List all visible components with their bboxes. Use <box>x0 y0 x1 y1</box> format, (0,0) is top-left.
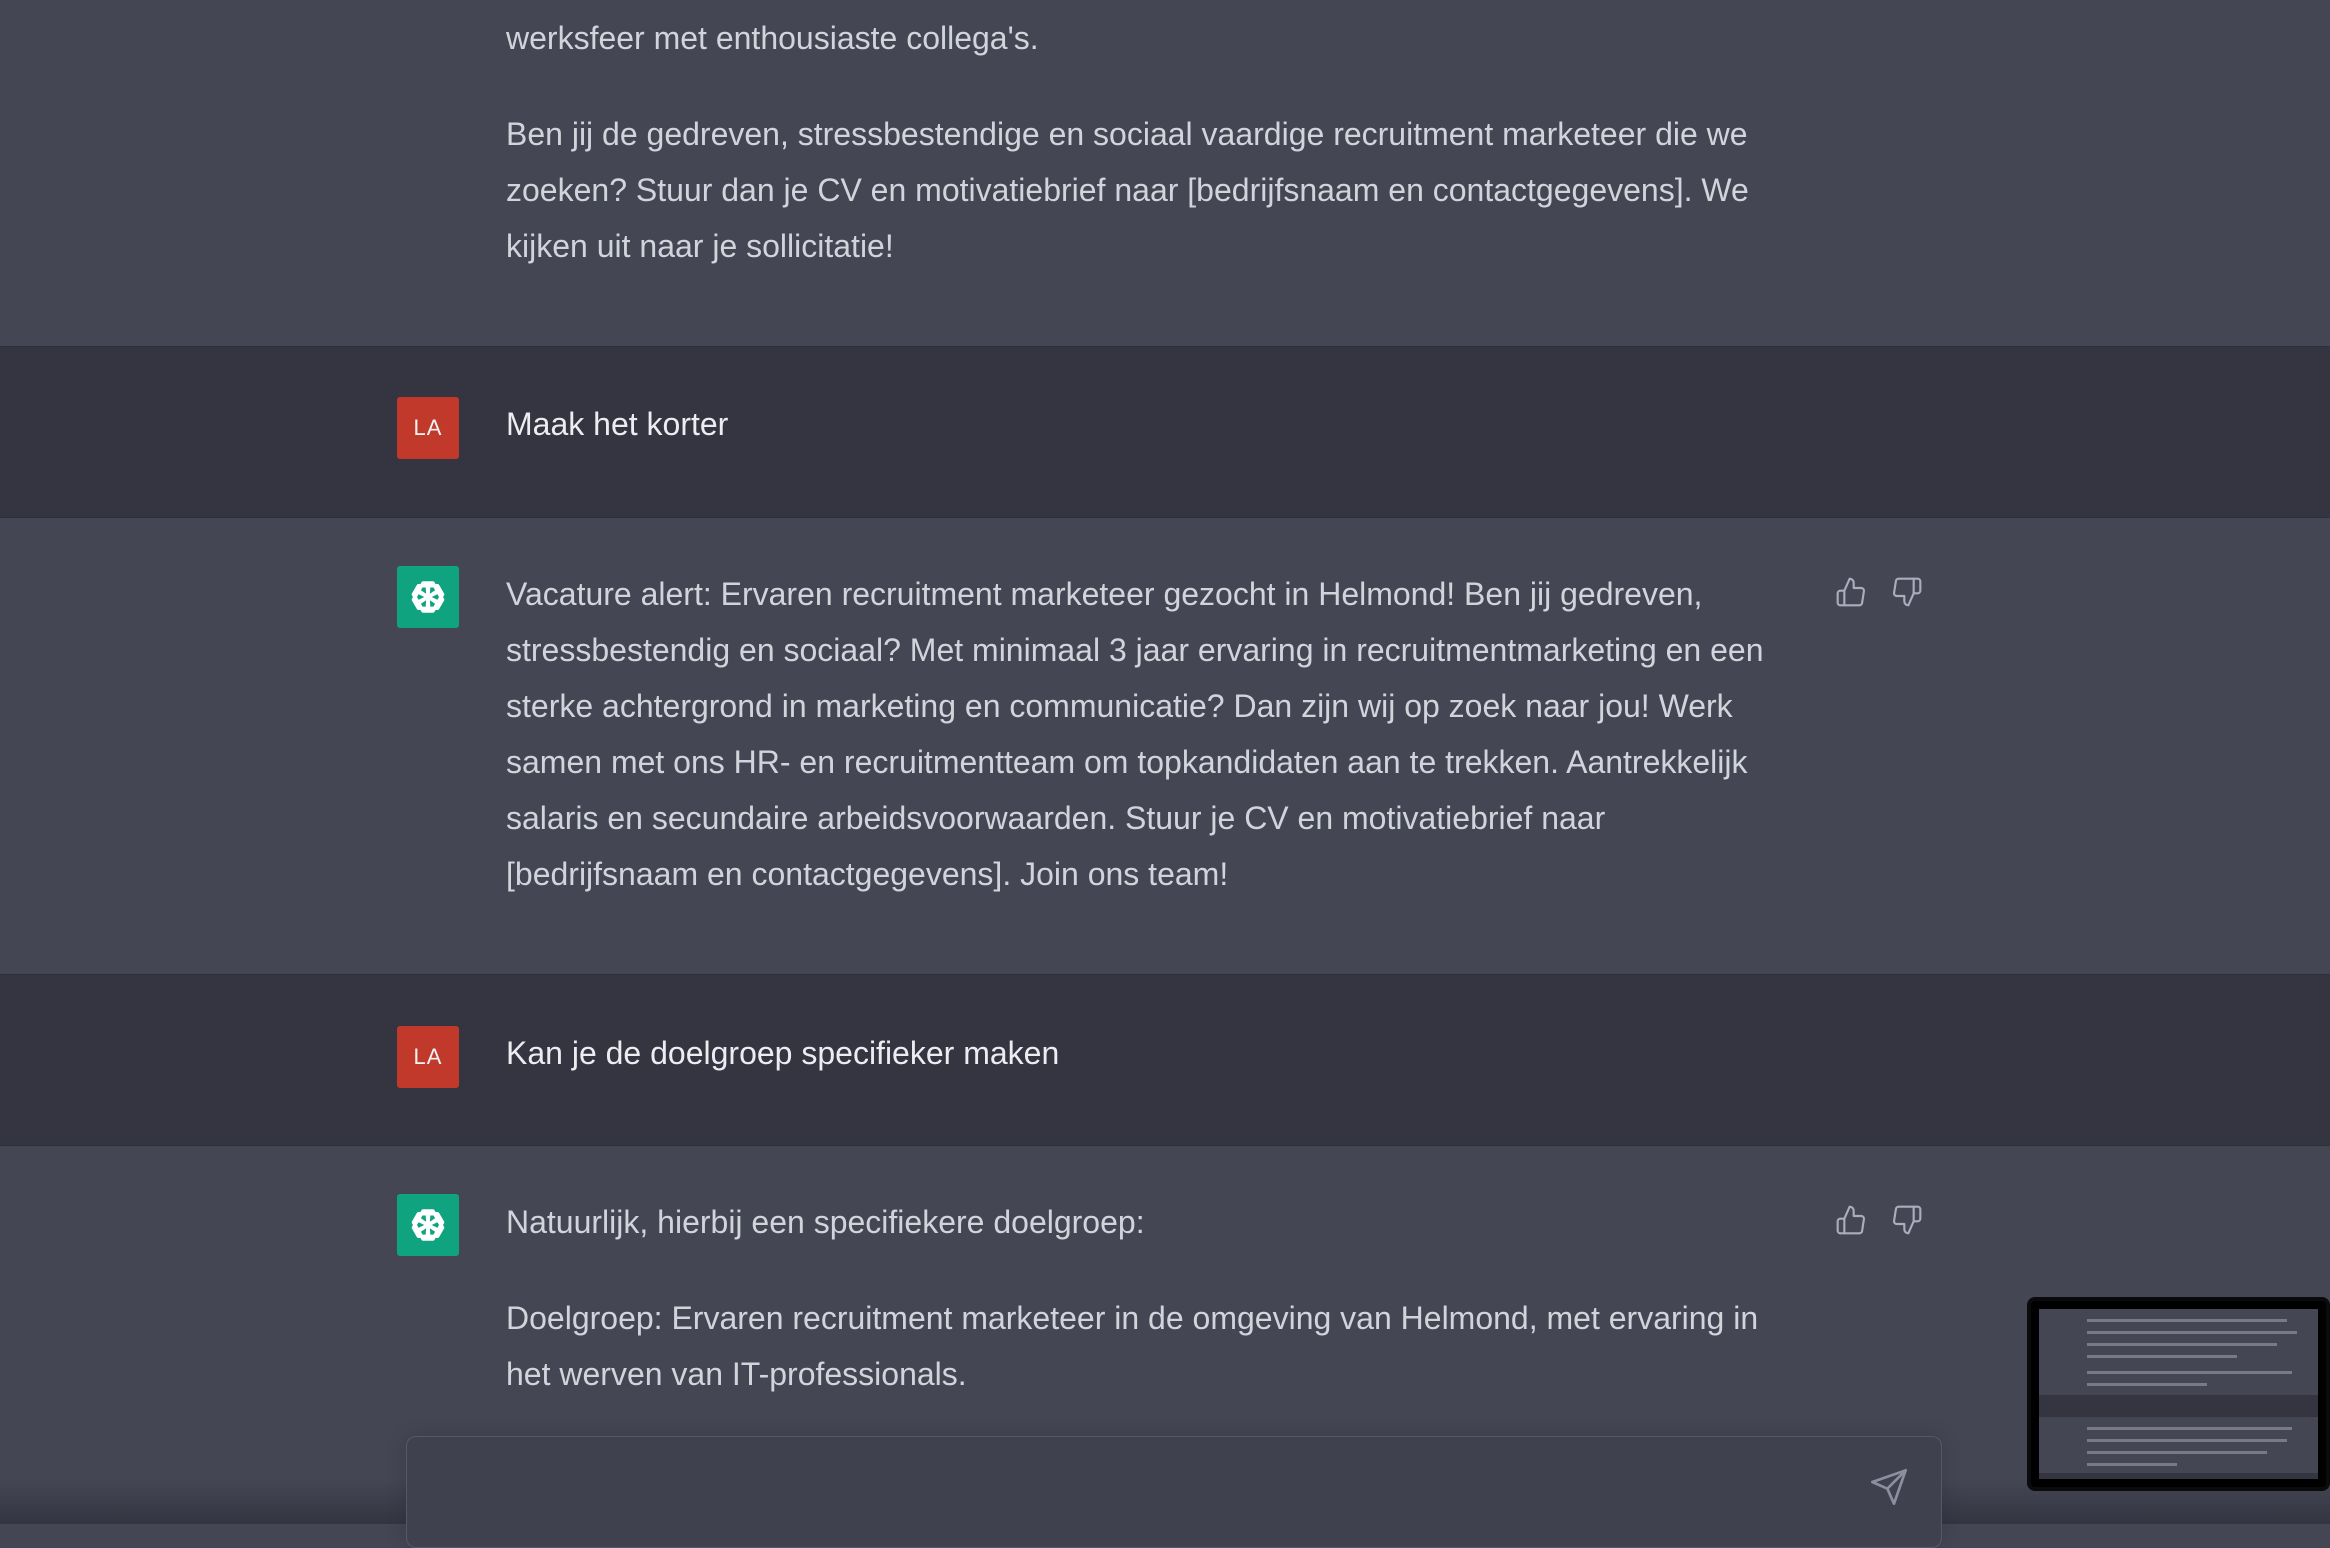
thumbnail-line <box>2087 1383 2207 1386</box>
message-paragraph: Doelgroep: Ervaren recruitment marketeer… <box>506 1300 1759 1392</box>
assistant-message-content: Natuurlijk, hierbij een specifiekere doe… <box>506 1194 1796 1402</box>
screenshot-thumbnail[interactable] <box>2027 1297 2330 1491</box>
thumbnail-line <box>2087 1439 2287 1442</box>
thumbs-up-button[interactable] <box>1831 572 1871 612</box>
thumbnail-line <box>2087 1343 2277 1346</box>
paper-plane-icon <box>1871 1469 1907 1505</box>
thumbnail-line <box>2087 1463 2177 1466</box>
thumbnail-user-band <box>2039 1395 2318 1417</box>
assistant-message: Vacature alert: Ervaren recruitment mark… <box>0 518 2330 974</box>
message-paragraph: Ben jij de gedreven, stressbestendige en… <box>506 116 1749 264</box>
assistant-message-previous: werksfeer met enthousiaste collega's. Be… <box>0 0 2330 346</box>
thumbs-up-icon <box>1836 577 1865 607</box>
thumbnail-line <box>2087 1371 2292 1374</box>
thumbnail-line <box>2087 1427 2292 1430</box>
openai-logo-icon <box>411 1209 445 1241</box>
assistant-message-text: Vacature alert: Ervaren recruitment mark… <box>506 576 1764 892</box>
message-paragraph: werksfeer met enthousiaste collega's. <box>506 20 1039 56</box>
user-message: LA Kan je de doelgroep specifieker maken <box>0 974 2330 1146</box>
assistant-avatar <box>397 566 459 628</box>
thumbnail-line <box>2087 1355 2237 1358</box>
user-avatar: LA <box>397 1026 459 1088</box>
thumbnail-screen <box>2039 1309 2318 1479</box>
user-avatar: LA <box>397 397 459 459</box>
user-message: LA Maak het korter <box>0 346 2330 518</box>
send-button[interactable] <box>1869 1467 1909 1507</box>
message-paragraph: Natuurlijk, hierbij een specifiekere doe… <box>506 1204 1145 1240</box>
assistant-avatar <box>397 1194 459 1256</box>
user-message-text: Maak het korter <box>506 406 729 442</box>
thumbs-up-button[interactable] <box>1831 1200 1871 1240</box>
thumbs-down-icon <box>1893 1205 1922 1235</box>
thumbnail-user-band <box>2039 1473 2318 1479</box>
thumbnail-line <box>2087 1331 2297 1334</box>
thumbs-down-button[interactable] <box>1887 572 1927 612</box>
thumbs-down-icon <box>1893 577 1922 607</box>
openai-logo-icon <box>411 581 445 613</box>
assistant-message-content: werksfeer met enthousiaste collega's. Be… <box>506 10 1796 274</box>
thumbs-up-icon <box>1836 1205 1865 1235</box>
prompt-input[interactable] <box>437 1465 1821 1507</box>
thumbnail-line <box>2087 1319 2287 1322</box>
message-composer[interactable] <box>406 1436 1942 1548</box>
thumbs-down-button[interactable] <box>1887 1200 1927 1240</box>
user-message-text: Kan je de doelgroep specifieker maken <box>506 1035 1060 1071</box>
thumbnail-line <box>2087 1451 2267 1454</box>
